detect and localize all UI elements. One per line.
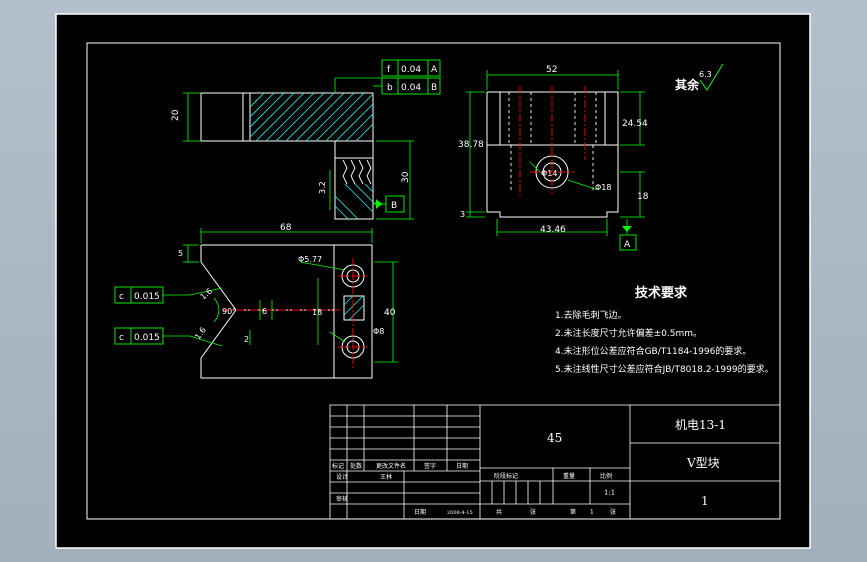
tol3-value: 0.015 [134, 292, 160, 302]
tol1-ref: A [431, 65, 438, 75]
title-page-label: 第 [570, 508, 576, 516]
requirement-item-2: 2.未注长度尺寸允许偏差±0.5mm。 [555, 327, 702, 339]
dim-plan-small2: 2 [244, 335, 249, 344]
title-scale: 1:1 [604, 489, 615, 497]
dim-bottom-width: 43.46 [540, 225, 566, 235]
dim-left-small: 3.2 [318, 181, 327, 194]
tol4-symbol: c [119, 333, 124, 343]
dim-left-lower: 30 [401, 171, 411, 183]
roughness-value: 6.3 [699, 70, 712, 79]
dim-v-angle: 90° [222, 307, 236, 316]
stage-header-scale: 比例 [600, 472, 612, 480]
requirement-item-1: 1.去除毛刺飞边。 [555, 309, 627, 321]
title-date-label: 日期 [414, 508, 426, 516]
title-drawing-no: 机电13-1 [675, 418, 726, 432]
requirement-item-3: 4.未注形位公差应符合GB/T1184-1996的要求。 [555, 345, 751, 357]
dim-plan-left-small: 5 [178, 249, 183, 258]
dim-plan-height: 40 [384, 308, 396, 318]
rev-header-mark: 标记 [332, 462, 344, 470]
dim-hole-bottom: Φ8 [373, 327, 384, 336]
dim-bottom-left: 3 [460, 210, 465, 219]
rev-header-count: 处数 [350, 462, 362, 470]
rev-header-sign: 签字 [424, 462, 436, 470]
roughness-label: 其余 [675, 77, 700, 92]
datum-b-label: B [391, 201, 397, 211]
title-page-unit: 张 [610, 508, 616, 516]
stage-header-weight: 重量 [563, 472, 575, 480]
title-sheet-label: 张 [530, 508, 536, 516]
requirement-item-4: 5.未注线性尺寸公差应符合JB/T8018.2-1999的要求。 [555, 363, 774, 375]
datum-a-label: A [624, 240, 631, 250]
dim-plan-offset: 6 [262, 307, 267, 316]
dim-hole-top: Φ5.77 [298, 255, 322, 264]
requirements-title: 技术要求 [635, 285, 688, 301]
dim-hole-front: Φ14 [541, 169, 557, 178]
dim-plan-width: 68 [280, 223, 292, 233]
tol4-value: 0.015 [134, 333, 160, 343]
title-material: 45 [547, 431, 562, 445]
tol2-ref: B [431, 83, 437, 93]
tol2-value: 0.04 [401, 83, 421, 93]
dim-right-height: 24.54 [622, 119, 648, 129]
rev-header-date: 日期 [456, 462, 468, 470]
dim-right-small: 18 [637, 192, 649, 202]
stage-header-mark: 阶段标记 [494, 472, 518, 480]
title-total-label: 共 [496, 508, 502, 516]
dim-hole-front2: Φ18 [595, 183, 611, 192]
rev-header-doc: 更改文件名 [376, 462, 406, 470]
cad-drawing-sheet: 20 30 3.2 f 0.04 A b 0.04 B B 52 38.78 2… [55, 13, 811, 549]
sign-header-design: 设计 [336, 473, 348, 481]
tol3-symbol: c [119, 292, 124, 302]
dim-front-height: 38.78 [458, 140, 484, 150]
title-date: 2008-4-15 [447, 510, 473, 516]
sign-designer: 王林 [380, 473, 392, 481]
title-part-name: V型块 [686, 456, 720, 470]
sign-header-review: 审核 [336, 495, 348, 503]
tol2-symbol: b [387, 83, 393, 93]
dim-top-width: 52 [546, 65, 557, 75]
title-sheet-no: 1 [701, 494, 709, 508]
dim-left-height: 20 [171, 109, 181, 121]
dim-plan-inner: 18 [312, 308, 322, 317]
title-page-no: 1 [590, 509, 594, 516]
tol1-value: 0.04 [401, 65, 421, 75]
